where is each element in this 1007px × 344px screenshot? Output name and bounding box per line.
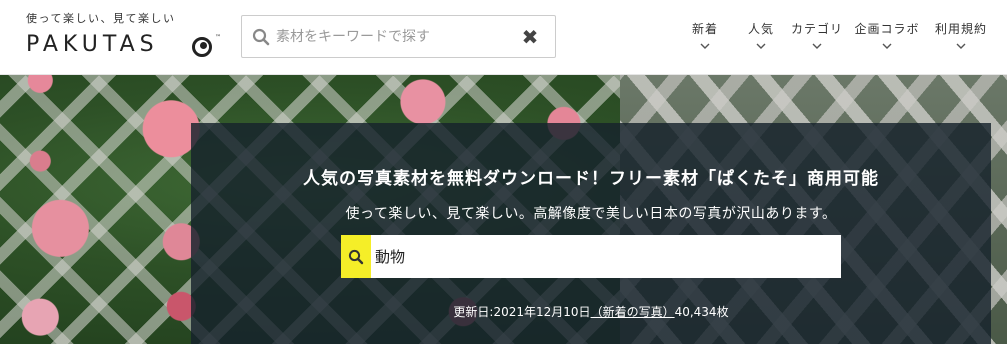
- hero-search-button[interactable]: [341, 235, 371, 278]
- logo-o-icon: [192, 37, 212, 57]
- nav-item-new[interactable]: 新着: [677, 20, 733, 65]
- nav-item-label: 企画コラボ: [854, 22, 920, 36]
- chevron-down-icon: [812, 43, 822, 49]
- nav-item-label: カテゴリ: [790, 22, 843, 36]
- chevron-down-icon: [956, 43, 966, 49]
- nav-item-label: 利用規約: [934, 22, 987, 36]
- nav-item-category[interactable]: カテゴリ: [789, 20, 845, 65]
- search-icon: [252, 28, 270, 46]
- logo-tagline: 使って楽しい、見て楽しい: [26, 12, 176, 25]
- nav-item-label: 人気: [747, 22, 774, 36]
- new-photos-link[interactable]: （新着の写真）: [591, 305, 675, 319]
- nav-item-label: 新着: [691, 22, 718, 36]
- search-icon: [348, 249, 364, 264]
- hero-overlay-panel: 人気の写真素材を無料ダウンロード！フリー素材「ぱくたそ」商用可能 使って楽しい、…: [191, 123, 991, 344]
- header-search-input[interactable]: [276, 22, 516, 52]
- photo-count: 40,434枚: [674, 305, 729, 319]
- chevron-down-icon: [882, 43, 892, 49]
- site-logo[interactable]: 使って楽しい、見て楽しい PAKUTAS ™: [26, 10, 221, 66]
- nav-item-terms[interactable]: 利用規約: [929, 20, 993, 65]
- hero-search-box: [341, 235, 841, 278]
- logo-wordmark: PAKUTAS: [26, 32, 159, 57]
- nav-item-collab[interactable]: 企画コラボ: [845, 20, 929, 65]
- nav-item-popular[interactable]: 人気: [733, 20, 789, 65]
- hero-search-input[interactable]: [375, 241, 825, 271]
- update-info: 更新日:2021年12月10日（新着の写真）40,434枚: [191, 303, 991, 320]
- main-nav: 新着 人気 カテゴリ 企画コラボ 利用規約: [677, 20, 993, 65]
- update-date: 2021年12月10日: [493, 305, 591, 319]
- clear-search-icon[interactable]: ✖: [519, 26, 541, 48]
- update-prefix: 更新日:: [453, 305, 494, 319]
- hero-title: 人気の写真素材を無料ダウンロード！フリー素材「ぱくたそ」商用可能: [303, 169, 879, 189]
- logo-trademark: ™: [215, 34, 221, 41]
- chevron-down-icon: [700, 43, 710, 49]
- hero-banner: 人気の写真素材を無料ダウンロード！フリー素材「ぱくたそ」商用可能 使って楽しい、…: [0, 75, 1007, 344]
- hero-subtitle: 使って楽しい、見て楽しい。高解像度で美しい日本の写真が沢山あります。: [345, 206, 837, 222]
- header-search-box: ✖: [241, 15, 556, 58]
- chevron-down-icon: [756, 43, 766, 49]
- site-header: 使って楽しい、見て楽しい PAKUTAS ™ ✖ 新着 人気 カテゴリ 企画コラ…: [0, 0, 1007, 75]
